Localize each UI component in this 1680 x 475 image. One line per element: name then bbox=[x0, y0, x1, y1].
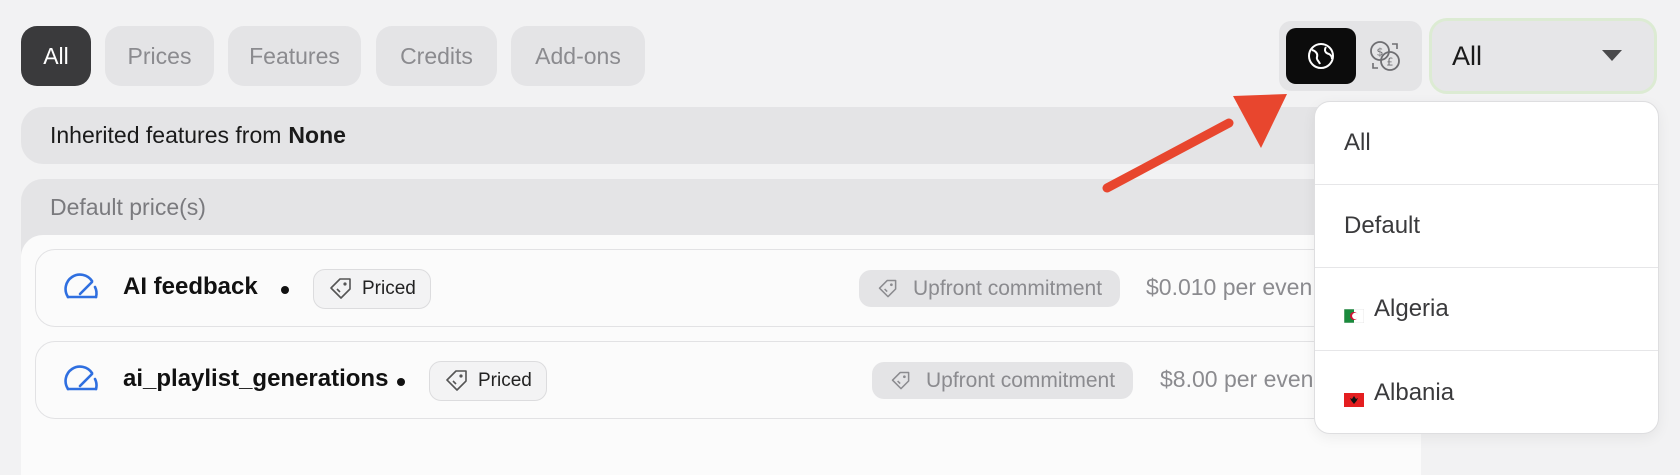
speedometer-icon bbox=[64, 273, 98, 299]
price-rows: AI feedback Priced Upfront commitment $0… bbox=[21, 235, 1421, 475]
commitment-badge: Upfront commitment bbox=[859, 270, 1121, 307]
dropdown-option-albania[interactable]: Albania bbox=[1315, 351, 1658, 433]
inherited-label: Inherited features from bbox=[50, 122, 282, 148]
separator-dot bbox=[397, 378, 405, 386]
region-dropdown-menu: All Default Algeria Albania bbox=[1314, 101, 1659, 434]
currency-toggle-button[interactable]: $ £ bbox=[1350, 28, 1420, 84]
priced-badge: Priced bbox=[313, 269, 431, 309]
svg-text:£: £ bbox=[1387, 56, 1394, 69]
price-tag-icon bbox=[891, 371, 910, 389]
chevron-down-icon bbox=[1602, 50, 1622, 61]
tab-prices[interactable]: Prices bbox=[105, 26, 214, 86]
separator-dot bbox=[281, 286, 289, 294]
priced-badge-label: Priced bbox=[362, 278, 416, 299]
commitment-label: Upfront commitment bbox=[926, 368, 1116, 392]
dropdown-option-default[interactable]: Default bbox=[1315, 185, 1658, 268]
tab-credits[interactable]: Credits bbox=[376, 26, 497, 86]
price-tag-icon bbox=[446, 370, 467, 391]
algeria-flag-icon bbox=[1343, 302, 1365, 324]
feature-name: ai_playlist_generations bbox=[123, 365, 389, 392]
option-label: Default bbox=[1344, 212, 1421, 239]
globe-icon bbox=[1308, 43, 1334, 69]
dropdown-option-algeria[interactable]: Algeria bbox=[1315, 268, 1658, 351]
priced-badge: Priced bbox=[429, 361, 547, 401]
price-text: $8.00 per even bbox=[1160, 366, 1314, 392]
inherited-value: None bbox=[288, 122, 346, 148]
option-label: Albania bbox=[1374, 378, 1455, 406]
view-toggle: $ £ bbox=[1279, 21, 1422, 91]
currency-exchange-icon: $ £ bbox=[1370, 41, 1400, 71]
price-text: $0.010 per even bbox=[1146, 274, 1313, 300]
tab-all[interactable]: All bbox=[21, 26, 91, 86]
price-row[interactable]: ai_playlist_generations Priced Upfront c… bbox=[35, 341, 1421, 419]
option-label: All bbox=[1344, 129, 1371, 156]
commitment-badge: Upfront commitment bbox=[872, 362, 1134, 399]
region-select[interactable]: All bbox=[1429, 18, 1657, 94]
price-tag-icon bbox=[330, 278, 351, 299]
region-select-value: All bbox=[1452, 40, 1483, 71]
tab-add-ons[interactable]: Add-ons bbox=[511, 26, 645, 86]
option-label: Algeria bbox=[1374, 295, 1449, 322]
price-tag-icon bbox=[878, 279, 897, 297]
price-row[interactable]: AI feedback Priced Upfront commitment $0… bbox=[35, 249, 1421, 327]
priced-badge-label: Priced bbox=[478, 370, 532, 391]
commitment-label: Upfront commitment bbox=[913, 276, 1103, 300]
annotation-arrow bbox=[1102, 94, 1287, 193]
speedometer-icon bbox=[64, 365, 98, 391]
globe-toggle-button[interactable] bbox=[1286, 28, 1356, 84]
default-prices-title: Default price(s) bbox=[50, 194, 206, 220]
albania-flag-icon bbox=[1344, 386, 1364, 407]
default-prices-panel: Default price(s) AI feedback Priced Upfr… bbox=[21, 179, 1421, 475]
tab-features[interactable]: Features bbox=[228, 26, 361, 86]
dropdown-option-all[interactable]: All bbox=[1315, 102, 1658, 185]
feature-name: AI feedback bbox=[123, 273, 258, 300]
